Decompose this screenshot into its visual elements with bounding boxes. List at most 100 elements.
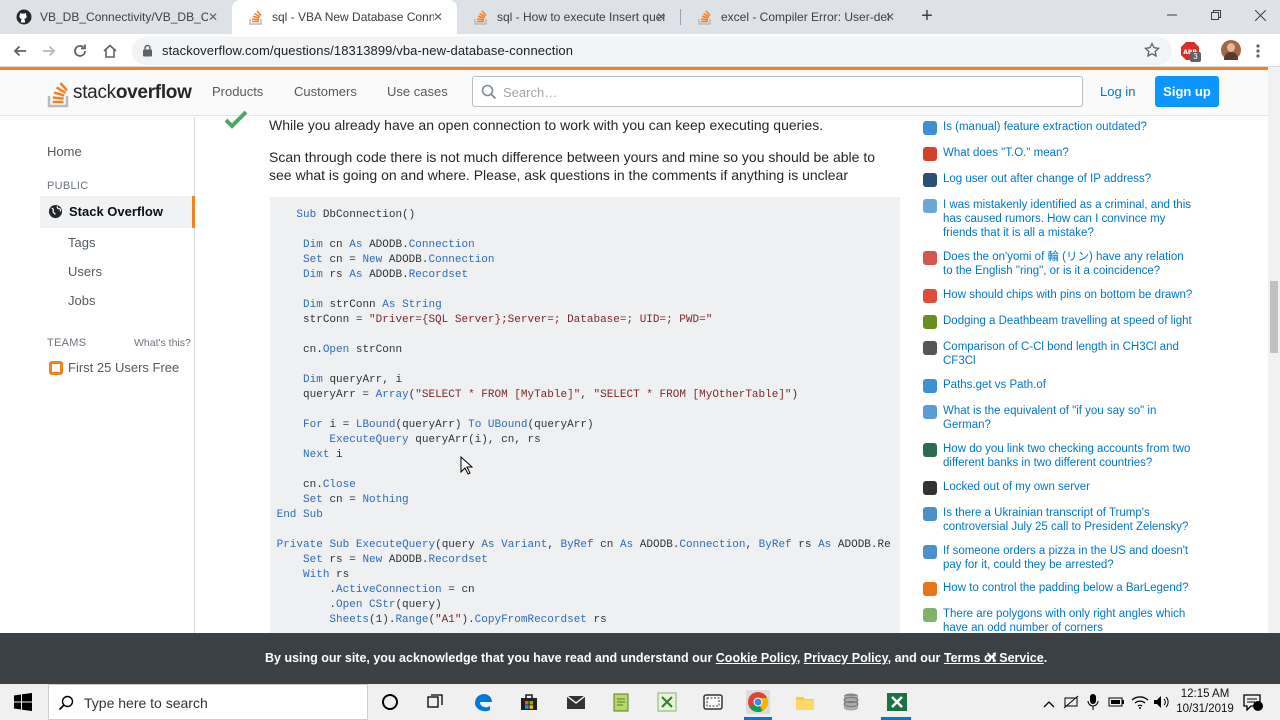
sidebar-header-teams: TEAMS [47,337,87,349]
hot-question-link[interactable]: Comparison of C-Cl bond length in CH3Cl … [943,340,1193,368]
close-icon[interactable]: ✕ [985,648,998,668]
code-line: Sub DbConnection() [296,209,416,221]
code-line: Set cn = Nothing [303,494,409,506]
hot-question-link[interactable]: I was mistakenly identified as a crimina… [943,198,1193,240]
browser-tab-github[interactable]: VB_DB_Connectivity/VB_DB_Conn ✕ [0,0,232,34]
file-explorer-icon[interactable] [793,690,817,714]
notifications-icon[interactable] [1242,693,1263,716]
stackoverflow-icon [473,9,489,25]
database-icon[interactable] [839,690,863,714]
avatar[interactable] [1221,40,1241,60]
login-link[interactable]: Log in [1100,84,1135,99]
hot-question-link[interactable]: How should chips with pins on bottom be … [943,288,1193,302]
back-icon[interactable] [8,39,32,63]
site-favicon-icon [923,251,937,265]
hot-question-link[interactable]: Is (manual) feature extraction outdated? [943,120,1193,134]
sidebar-item-first-users[interactable]: First 25 Users Free [68,360,179,375]
nav-use-cases[interactable]: Use cases [387,84,448,99]
code-line: cn.Close [303,479,356,491]
sidebar-item-tags[interactable]: Tags [68,235,95,250]
home-icon[interactable] [98,39,122,63]
excel-icon[interactable] [885,690,909,714]
browser-tab[interactable]: excel - Compiler Error: User-defin ✕ [681,0,909,34]
close-icon[interactable]: ✕ [883,10,897,24]
hot-question-link[interactable]: Log user out after change of IP address? [943,172,1193,186]
chevron-up-icon[interactable] [1043,696,1055,714]
store-icon[interactable] [517,690,541,714]
site-favicon-icon [923,173,937,187]
browser-toolbar: stackoverflow.com/questions/18313899/vba… [0,34,1280,67]
wifi-icon[interactable] [1131,694,1149,715]
star-icon[interactable] [1143,41,1161,63]
task-view-icon[interactable] [423,690,447,714]
browser-tab[interactable]: sql - How to execute Insert query ✕ [457,0,680,34]
network-drive-icon[interactable] [1063,694,1079,715]
hot-question-link[interactable]: Is there a Ukrainian transcript of Trump… [943,506,1193,534]
browser-tab-active[interactable]: sql - VBA New Database Connec ✕ [232,0,457,34]
hot-question-link[interactable]: What does "T.O." mean? [943,146,1193,160]
nav-customers[interactable]: Customers [294,84,357,99]
cookie-separator: , [796,651,804,665]
hot-question-link[interactable]: Locked out of my own server [943,480,1193,494]
new-tab-button[interactable]: + [916,6,938,28]
tools-icon[interactable] [655,690,679,714]
chrome-icon[interactable] [746,690,770,714]
whats-this-link[interactable]: What's this? [134,337,191,349]
microphone-icon[interactable] [1087,693,1099,716]
taskbar-search-input[interactable]: Type here to search [48,684,368,720]
adblock-extension-icon[interactable]: ABP 3 [1180,41,1201,62]
edge-icon[interactable] [471,690,495,714]
answer-paragraph: While you already have an open connectio… [269,117,824,133]
signup-button[interactable]: Sign up [1155,76,1219,107]
sidebar-item-home[interactable]: Home [47,144,82,159]
close-window-icon[interactable] [1238,0,1280,30]
hot-question-link[interactable]: How to control the padding below a BarLe… [943,581,1193,595]
close-icon[interactable]: ✕ [206,10,220,24]
clock-time: 12:15 AM [1180,688,1230,700]
snip-icon[interactable] [701,690,725,714]
hot-question-link[interactable]: Dodging a Deathbeam travelling at speed … [943,314,1193,328]
sidebar-item-users[interactable]: Users [68,264,102,279]
mail-icon[interactable] [564,690,588,714]
site-favicon-icon [923,545,937,559]
forward-icon[interactable] [37,39,61,63]
volume-icon[interactable] [1153,694,1171,715]
scrollbar-thumb[interactable] [1270,281,1278,353]
cortana-icon[interactable] [378,690,402,714]
sidebar-item-jobs[interactable]: Jobs [68,293,95,308]
search-icon [481,84,497,105]
hot-question-link[interactable]: What is the equivalent of "if you say so… [943,404,1193,432]
hot-question-link[interactable]: There are polygons with only right angle… [943,607,1193,635]
page-scrollbar[interactable] [1268,67,1280,633]
code-line: cn.Open strConn [303,344,403,356]
menu-dots-icon[interactable] [1256,43,1260,59]
accepted-checkmark-icon[interactable] [224,110,248,135]
privacy-policy-link[interactable]: Privacy Policy [804,651,888,665]
taskbar-clock[interactable]: 12:15 AM 10/31/2019 [1174,687,1236,717]
hot-question-link[interactable]: If someone orders a pizza in the US and … [943,544,1193,572]
minimize-icon[interactable] [1150,0,1194,30]
hot-question-link[interactable]: How do you link two checking accounts fr… [943,442,1193,470]
nav-products[interactable]: Products [212,84,263,99]
stackoverflow-logo[interactable]: stack overflow [47,76,192,110]
address-bar[interactable]: stackoverflow.com/questions/18313899/vba… [132,37,1172,65]
hot-question-link[interactable]: Paths.get vs Path.of [943,378,1193,392]
hot-question-link[interactable]: Does the on'yomi of 輪 (リン) have any rela… [943,250,1193,278]
code-line: Private Sub ExecuteQuery(query As Varian… [276,539,891,551]
restore-icon[interactable] [1194,0,1238,30]
notepad-icon[interactable] [609,690,633,714]
sidebar-item-stackoverflow[interactable]: Stack Overflow [40,196,195,228]
cookie-policy-link[interactable]: Cookie Policy [716,651,797,665]
search-input[interactable]: Search… [472,76,1083,107]
site-favicon-icon [923,608,937,622]
battery-icon[interactable] [1108,695,1126,714]
close-icon[interactable]: ✕ [431,10,445,24]
code-line: Sheets(1).Range("A1").CopyFromRecordset … [329,614,607,626]
site-header: stack overflow Products Customers Use cas… [0,70,1268,116]
windows-start-icon[interactable] [11,690,35,714]
site-favicon-icon [923,481,937,495]
close-icon[interactable]: ✕ [654,10,668,24]
code-line: .Open CStr(query) [270,599,442,611]
site-favicon-icon [923,443,937,457]
reload-icon[interactable] [68,39,92,63]
